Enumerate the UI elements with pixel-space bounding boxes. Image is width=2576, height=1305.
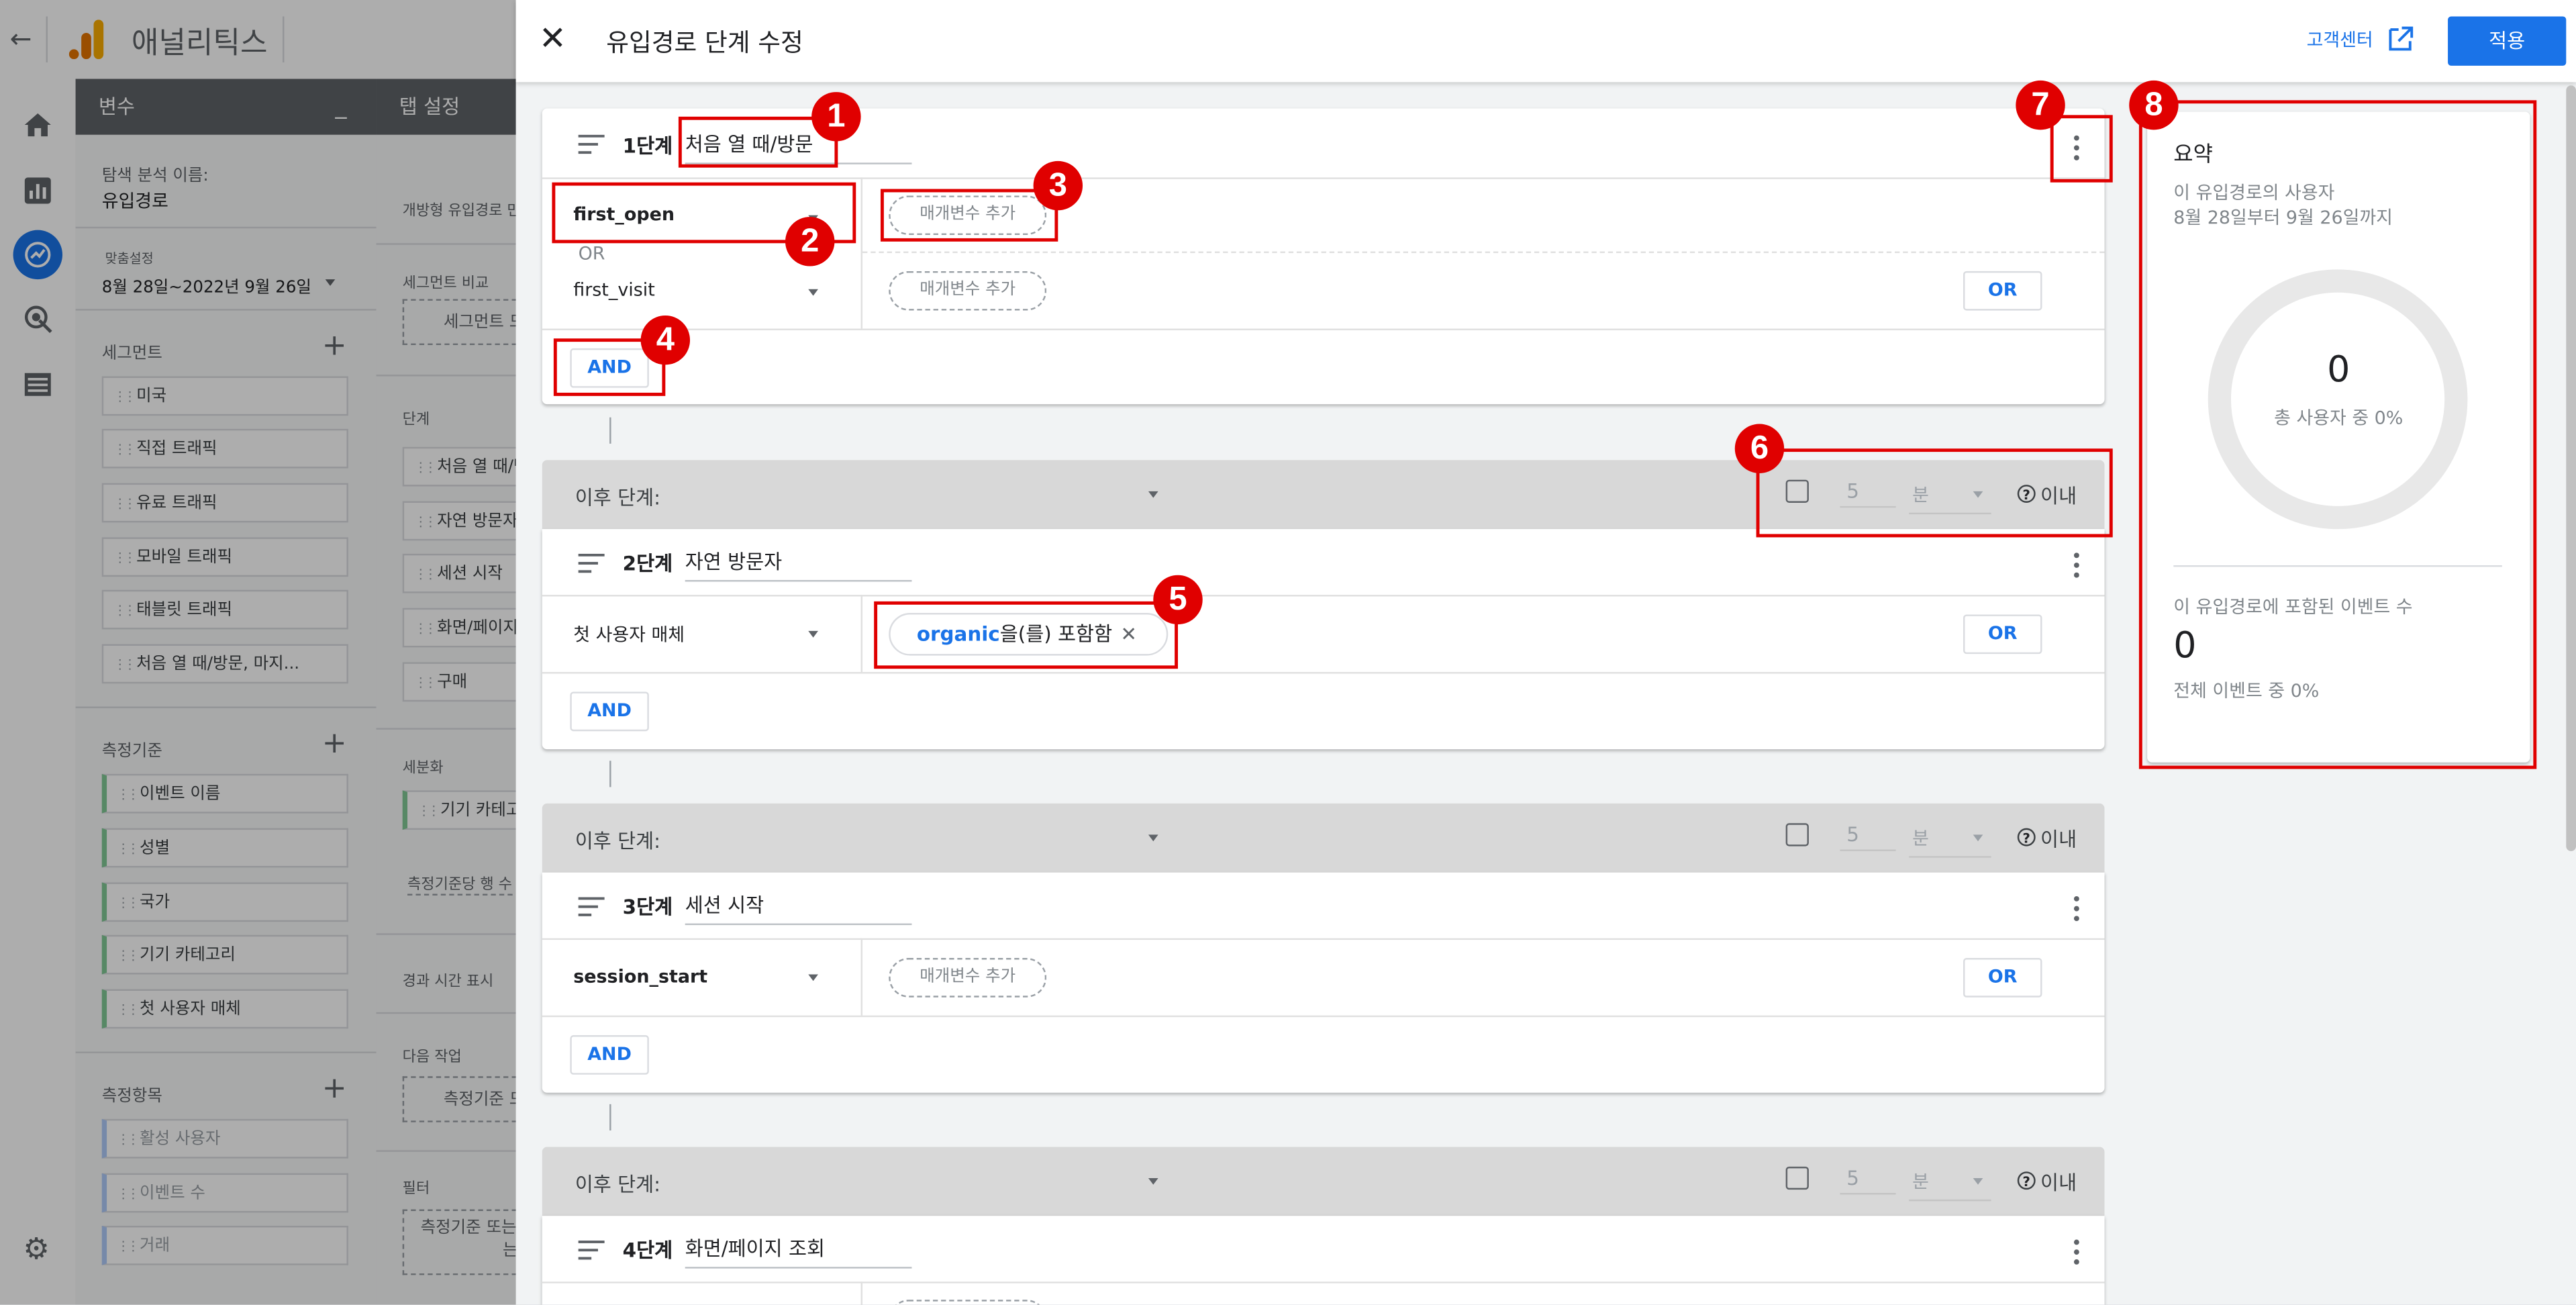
within-caret-icon[interactable]	[1148, 491, 1158, 498]
help-center-link[interactable]: 고객센터	[2307, 26, 2373, 52]
step-card: 3단계 세션 시작 session_start 매개변수 추가 OR AND	[542, 872, 2105, 1093]
step-card: 2단계 자연 방문자 첫 사용자 매체 organic을(를) 포함함 ✕ OR…	[542, 529, 2105, 750]
add-parameter-button[interactable]: 매개변수 추가	[889, 958, 1047, 998]
annotation-badge: 3	[1033, 160, 1083, 211]
or-button[interactable]: OR	[1963, 958, 2042, 998]
within-suffix: 이내	[2040, 1171, 2077, 1195]
annotation-badge: 8	[2129, 80, 2179, 130]
annotation-box	[2138, 100, 2537, 769]
annotation-badge: 1	[811, 92, 861, 142]
annotation-badge: 2	[785, 217, 835, 267]
reorder-icon[interactable]	[578, 897, 605, 916]
annotation-badge: 4	[640, 315, 691, 365]
event-selector[interactable]: first_visit	[573, 279, 655, 301]
step-name-input[interactable]: 화면/페이지 조회	[685, 1234, 912, 1269]
unit-caret-icon[interactable]	[1973, 834, 1983, 842]
event-caret-icon[interactable]	[808, 974, 818, 981]
or-separator-label: OR	[578, 243, 605, 265]
step-card: 4단계 화면/페이지 조회	[542, 1216, 2105, 1305]
help-icon[interactable]: ?	[2017, 828, 2036, 847]
more-vert-icon[interactable]	[2072, 1239, 2082, 1265]
dimension-selector[interactable]: 첫 사용자 매체	[573, 621, 685, 647]
event-name: session_start	[573, 966, 708, 988]
annotation-badge: 6	[1734, 424, 1785, 473]
event-caret-icon[interactable]	[808, 289, 818, 296]
scrollbar[interactable]	[2566, 85, 2576, 851]
dialog-title: 유입경로 단계 수정	[606, 28, 803, 58]
reorder-icon[interactable]	[578, 553, 605, 573]
help-icon[interactable]: ?	[2017, 1171, 2036, 1190]
reorder-icon[interactable]	[578, 134, 605, 154]
event-selector[interactable]: session_start	[573, 966, 707, 987]
step-label: 1단계	[622, 134, 673, 158]
annotation-box	[2050, 115, 2113, 183]
event-name: first_visit	[573, 279, 655, 301]
unit-caret-icon[interactable]	[1973, 1178, 1983, 1185]
step-name-input[interactable]: 세션 시작	[685, 891, 912, 926]
annotation-badge: 7	[2016, 80, 2065, 130]
within-value-input[interactable]: 5	[1840, 1167, 1896, 1195]
step-label: 3단계	[622, 895, 673, 919]
within-value-input[interactable]: 5	[1840, 823, 1896, 851]
within-bar: 이후 단계: 5 분 ? 이내	[542, 1147, 2105, 1216]
more-vert-icon[interactable]	[2072, 552, 2082, 578]
dimension-caret-icon[interactable]	[808, 630, 818, 638]
reorder-icon[interactable]	[578, 1241, 605, 1260]
within-label: 이후 단계:	[575, 1173, 661, 1196]
annotation-box	[874, 601, 1179, 669]
step-name-input[interactable]: 자연 방문자	[685, 547, 912, 582]
annotation-box	[880, 189, 1058, 242]
help-center-label: 고객센터	[2306, 30, 2373, 51]
annotation-box	[1756, 448, 2113, 538]
within-bar: 이후 단계: 5 분 ? 이내	[542, 803, 2105, 873]
open-in-new-icon[interactable]	[2389, 26, 2414, 51]
add-parameter-button[interactable]: 매개변수 추가	[889, 271, 1047, 311]
annotation-badge: 5	[1153, 575, 1203, 625]
within-caret-icon[interactable]	[1148, 834, 1158, 842]
screen: ← 애널리틱스 ⚙ 변수 _ 탐색 분석 이름: 유입경로 맞춤설정 8월 28…	[0, 0, 2576, 1305]
within-checkbox[interactable]	[1785, 1166, 1809, 1190]
close-icon[interactable]: ✕	[539, 21, 566, 54]
and-button[interactable]: AND	[570, 691, 649, 732]
dialog-header: ✕ 유입경로 단계 수정 고객센터 적용	[515, 0, 2576, 83]
within-suffix: 이내	[2040, 828, 2077, 851]
more-vert-icon[interactable]	[2072, 896, 2082, 922]
and-button[interactable]: AND	[570, 1035, 649, 1075]
step-label: 4단계	[622, 1239, 673, 1262]
or-button[interactable]: OR	[1963, 271, 2042, 311]
within-checkbox[interactable]	[1785, 823, 1809, 847]
within-label: 이후 단계:	[575, 830, 661, 853]
within-label: 이후 단계:	[575, 486, 661, 510]
dimension-name: 첫 사용자 매체	[573, 624, 685, 646]
within-caret-icon[interactable]	[1148, 1178, 1158, 1185]
apply-label: 적용	[2489, 30, 2526, 53]
or-button[interactable]: OR	[1963, 614, 2042, 655]
apply-button[interactable]: 적용	[2448, 16, 2567, 66]
step-label: 2단계	[622, 552, 673, 575]
scrim	[0, 0, 526, 1305]
